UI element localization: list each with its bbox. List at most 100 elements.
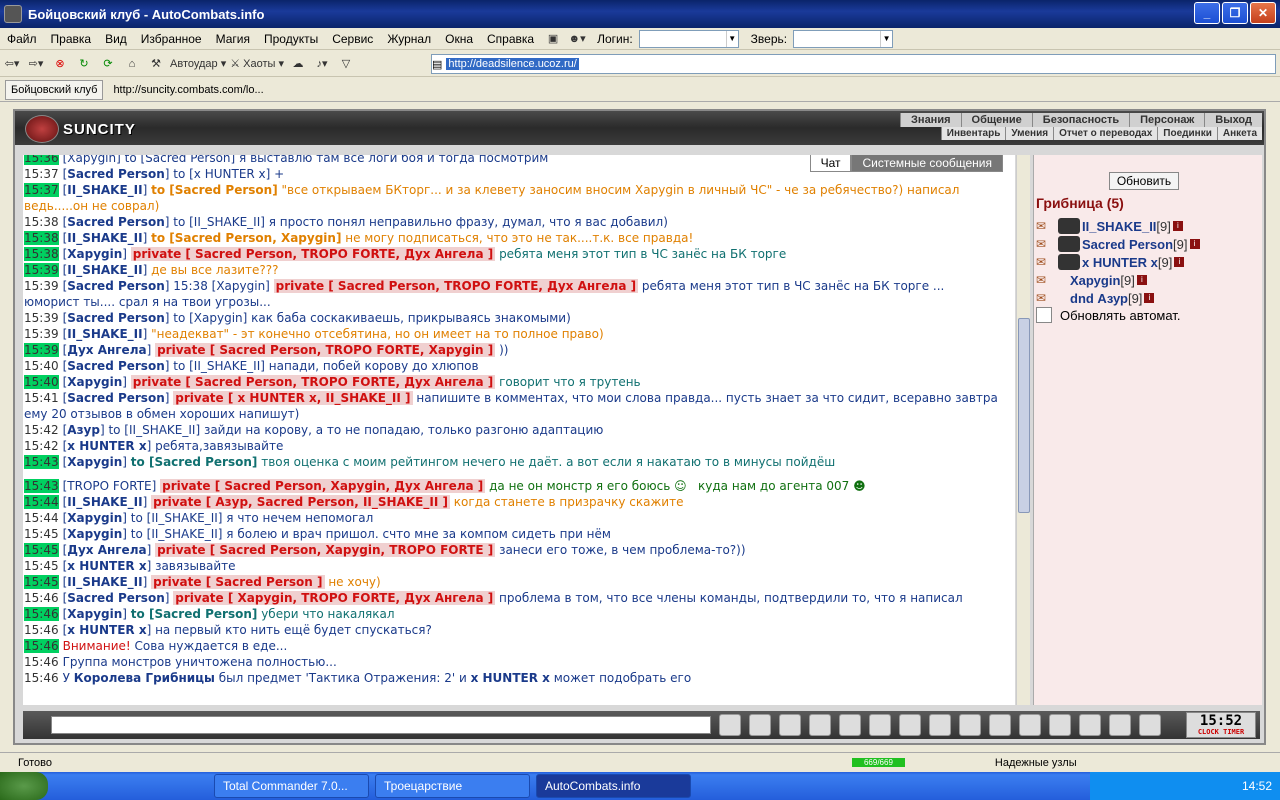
mask-icon[interactable] xyxy=(1049,714,1071,736)
link-communication[interactable]: Общение xyxy=(960,113,1032,127)
mask-icon[interactable]: ☁ xyxy=(288,54,308,74)
user-name[interactable]: Харуgin xyxy=(1070,273,1120,288)
start-button[interactable] xyxy=(0,772,48,800)
chat-line[interactable]: 15:38 [Sacred Person] to [II_SHAKE_II] я … xyxy=(23,214,1003,230)
chat-line[interactable]: 15:46 [Харуgin] to [Sacred Person] убери … xyxy=(23,606,1003,622)
chat-line[interactable]: 15:40 [Sacred Person] to [II_SHAKE_II] на… xyxy=(23,358,1003,374)
chat-line[interactable]: 15:39 [II_SHAKE_II] де вы все лазите??? xyxy=(23,262,1003,278)
tab-chat[interactable]: Чат xyxy=(809,155,852,172)
chat-timestamp[interactable]: 15:39 xyxy=(24,279,59,293)
tab-system-messages[interactable]: Системные сообщения xyxy=(851,155,1003,172)
chat-line[interactable]: 15:40 [Харуgin] private [ Sacred Person, … xyxy=(23,374,1003,390)
chat-timestamp[interactable]: 15:39 xyxy=(24,343,59,357)
color-icon[interactable] xyxy=(959,714,981,736)
back-icon[interactable]: ⇦▾ xyxy=(2,54,22,74)
gift-icon[interactable] xyxy=(1079,714,1101,736)
chat-timestamp[interactable]: 15:45 xyxy=(24,527,59,541)
chat-timestamp[interactable]: 15:46 xyxy=(24,591,59,605)
user-name[interactable]: dnd Азур xyxy=(1070,291,1128,306)
chat-line[interactable]: 15:38 [II_SHAKE_II] to [Sacred Person, Ха… xyxy=(23,230,1003,246)
chat-timestamp[interactable]: 15:45 xyxy=(24,559,59,573)
minimize-button[interactable]: _ xyxy=(1194,2,1220,24)
autorefresh-option[interactable]: Обновлять автомат. xyxy=(1036,307,1180,323)
tab-suncity[interactable]: http://suncity.combats.com/lo... xyxy=(108,80,268,100)
chat-line[interactable]: 15:46 [x HUNTER x] на первый кто нить ещё… xyxy=(23,622,1003,638)
menu-service[interactable]: Сервис xyxy=(325,32,380,46)
link-security[interactable]: Безопасность xyxy=(1031,113,1129,127)
address-text[interactable]: http://deadsilence.ucoz.ru/ xyxy=(446,58,579,70)
chat-timestamp[interactable]: 15:37 xyxy=(24,183,59,197)
address-bar[interactable]: ▤ http://deadsilence.ucoz.ru/ xyxy=(431,54,1276,74)
user-list-item[interactable]: ✉ II_SHAKE_II [9] i xyxy=(1036,217,1183,235)
smiley-icon[interactable]: ☻▾ xyxy=(567,29,587,49)
chat-line[interactable]: 15:45 [II_SHAKE_II] private [ Sacred Pers… xyxy=(23,574,1003,590)
chat-line[interactable]: 15:38 [Харуgin] private [ Sacred Person, … xyxy=(23,246,1003,262)
chat-timestamp[interactable]: 15:41 xyxy=(24,391,59,405)
filter-icon[interactable] xyxy=(779,714,801,736)
chat-timestamp[interactable]: 15:38 xyxy=(24,231,59,245)
flag-icon[interactable] xyxy=(1109,714,1131,736)
link-battles[interactable]: Поединки xyxy=(1157,127,1217,140)
private-msg-icon[interactable]: ✉ xyxy=(1036,255,1058,269)
scroll-thumb[interactable] xyxy=(1018,318,1030,513)
user-name[interactable]: x HUNTER x xyxy=(1082,255,1158,270)
chat-line[interactable]: 15:37 [II_SHAKE_II] to [Sacred Person] "в… xyxy=(23,182,1003,214)
home-icon[interactable]: ⌂ xyxy=(122,54,142,74)
link-transfers[interactable]: Отчет о переводах xyxy=(1053,127,1157,140)
private-msg-icon[interactable]: ✉ xyxy=(1036,291,1058,305)
info-icon[interactable]: i xyxy=(1174,257,1185,267)
forward-icon[interactable]: ⇨▾ xyxy=(26,54,46,74)
beast-select[interactable]: ▼ xyxy=(793,29,894,48)
chat-timestamp[interactable]: 15:43 xyxy=(24,479,59,493)
info-icon[interactable]: i xyxy=(1136,275,1147,285)
info-icon[interactable]: i xyxy=(1172,221,1183,231)
chat-timestamp[interactable]: 15:37 xyxy=(24,167,59,181)
refresh-icon[interactable]: ↻ xyxy=(74,54,94,74)
menu-edit[interactable]: Правка xyxy=(44,32,99,46)
chat-line[interactable]: 15:39 [II_SHAKE_II] "неадекват" - эт коне… xyxy=(23,326,1003,342)
link-exit[interactable]: Выход xyxy=(1204,113,1262,127)
chat-line[interactable]: 15:39 [Sacred Person] to [Харуgin] как ба… xyxy=(23,310,1003,326)
sword-icon[interactable] xyxy=(1019,714,1041,736)
user-list-item[interactable]: ✉ Харуgin [9] i xyxy=(1036,271,1147,289)
chat-line[interactable]: 15:43 [TROPO FORTE] private [ Sacred Pers… xyxy=(23,478,1003,494)
chat-line[interactable]: 15:46 [Sacred Person] private [ Харуgin, … xyxy=(23,590,1003,606)
chat-timestamp[interactable]: 15:46 xyxy=(24,639,59,653)
chat-timestamp[interactable]: 15:44 xyxy=(24,511,59,525)
exit-icon[interactable] xyxy=(1139,714,1161,736)
autoudar-button[interactable]: Автоудар ▾ xyxy=(170,54,226,74)
tools-icon[interactable]: ⚒ xyxy=(146,54,166,74)
tab-combats[interactable]: Бойцовский клуб xyxy=(5,79,104,100)
chat-line[interactable]: 15:42 [Азур] to [II_SHAKE_II] зайди на ко… xyxy=(23,422,1003,438)
menu-windows[interactable]: Окна xyxy=(438,32,480,46)
menu-products[interactable]: Продукты xyxy=(257,32,325,46)
user-name[interactable]: II_SHAKE_II xyxy=(1082,219,1156,234)
chat-timestamp[interactable]: 15:46 xyxy=(24,607,59,621)
brush-icon[interactable] xyxy=(989,714,1011,736)
link-inventory[interactable]: Инвентарь xyxy=(940,127,1006,140)
save-icon[interactable] xyxy=(809,714,831,736)
stop-icon[interactable]: ⊗ xyxy=(50,54,70,74)
chat-line[interactable]: 15:46 Группа монстров уничтожена полность… xyxy=(23,654,1003,670)
chat-timestamp[interactable]: 15:42 xyxy=(24,439,59,453)
info-icon[interactable]: i xyxy=(1189,239,1200,249)
menu-help[interactable]: Справка xyxy=(480,32,541,46)
speaker-icon[interactable] xyxy=(899,714,921,736)
chat-line[interactable]: 15:46 У Королева Грибницы был предмет 'Та… xyxy=(23,670,1003,686)
filter-icon[interactable]: ▽ xyxy=(336,54,356,74)
close-button[interactable]: ✕ xyxy=(1250,2,1276,24)
menu-view[interactable]: Вид xyxy=(98,32,134,46)
link-profile[interactable]: Анкета xyxy=(1216,127,1262,140)
user-list-item[interactable]: ✉ x HUNTER x [9] i xyxy=(1036,253,1185,271)
menu-magic[interactable]: Магия xyxy=(209,32,257,46)
chat-line[interactable]: 15:39 [Sacred Person] 15:38 [Харуgin] pri… xyxy=(23,278,1003,310)
smiles-icon[interactable] xyxy=(929,714,951,736)
haoty-button[interactable]: ⚔ Хаоты ▾ xyxy=(230,54,284,74)
user-list-item[interactable]: ✉ dnd Азур [9] i xyxy=(1036,289,1155,307)
chat-timestamp[interactable]: 15:36 xyxy=(24,155,59,165)
maximize-button[interactable]: ❐ xyxy=(1222,2,1248,24)
chat-line[interactable]: 15:45 [Харуgin] to [II_SHAKE_II] я болею … xyxy=(23,526,1003,542)
private-msg-icon[interactable]: ✉ xyxy=(1036,237,1058,251)
chat-line[interactable]: 15:46 Внимание! Сова нуждается в еде... xyxy=(23,638,1003,654)
chat-line[interactable]: 15:45 [x HUNTER x] завязывайте xyxy=(23,558,1003,574)
